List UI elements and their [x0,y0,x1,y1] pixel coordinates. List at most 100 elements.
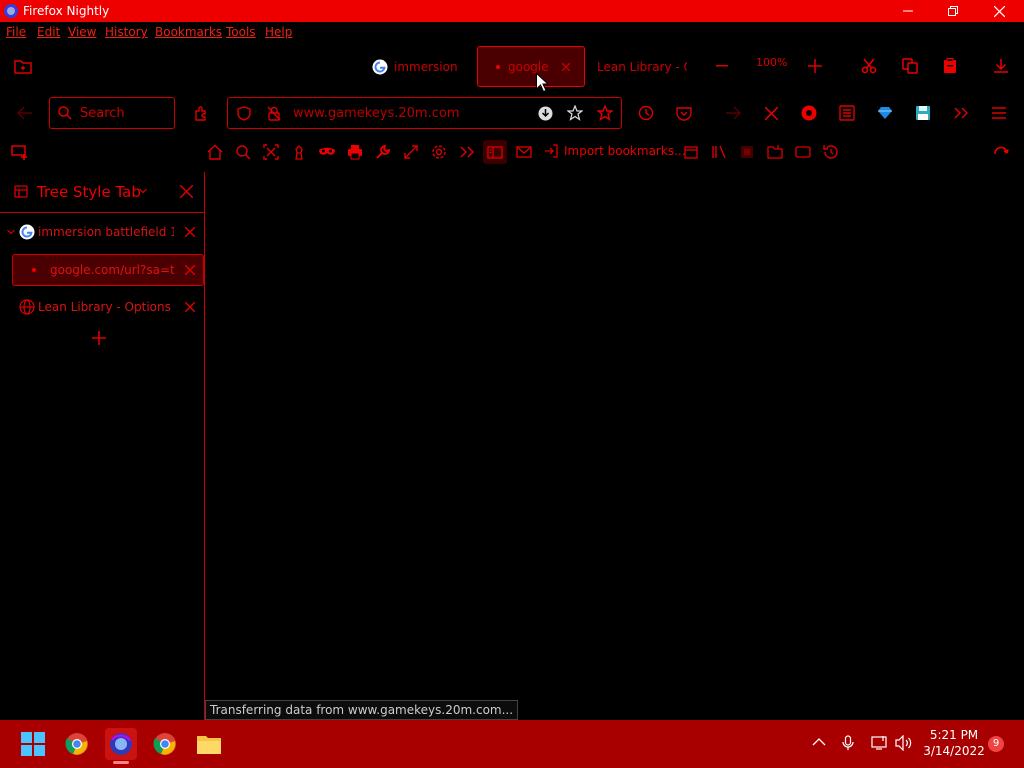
cut-icon[interactable] [857,54,881,78]
wrench-icon[interactable] [371,140,395,164]
tab-label: google.c [508,59,550,74]
bookmarks-toolbar: Import bookmarks... [0,136,1024,170]
restore-button[interactable] [930,0,976,22]
save-download-icon[interactable] [538,106,553,121]
new-folder-icon[interactable] [11,54,35,78]
new-tab-pane-icon[interactable] [8,140,32,164]
import-bookmarks-button[interactable]: Import bookmarks... [544,144,686,158]
email-icon[interactable] [512,140,536,164]
import-arrow-icon [544,144,558,158]
taskbar: 5:21 PM 3/14/2022 9 [0,720,1024,768]
tab-close-icon[interactable] [562,62,570,71]
bookmark-star-icon[interactable] [597,105,613,121]
start-windows-icon[interactable] [17,728,49,760]
sidebar-toggle-icon[interactable] [483,140,507,164]
history-clock-icon[interactable] [634,101,658,125]
search-icon[interactable] [231,140,255,164]
search-placeholder: Search [80,106,125,121]
reader-view-icon[interactable] [835,101,859,125]
menu-edit[interactable]: Edit [37,25,60,39]
chrome-icon-2[interactable] [149,728,181,760]
dot-icon [32,268,36,272]
tab-close-icon[interactable] [185,302,195,312]
chrome-icon[interactable] [61,728,93,760]
title-bar: Firefox Nightly [0,0,1024,22]
url-text[interactable]: www.gamekeys.20m.com [293,106,459,121]
new-tab-plus-icon[interactable] [92,331,106,345]
gem-icon[interactable] [873,101,897,125]
menu-bookmarks[interactable]: Bookmarks [155,25,222,39]
zoom-level[interactable]: 100% [756,56,787,69]
firefox-nightly-icon [3,3,19,19]
extensions-icon[interactable] [189,101,213,125]
chevron-down-icon[interactable] [139,188,147,194]
microphone-icon[interactable] [842,735,854,751]
search-box[interactable]: Search [49,97,175,129]
import-bookmarks-label: Import bookmarks... [564,144,686,158]
hamburger-menu-icon[interactable] [987,101,1011,125]
chess-piece-icon[interactable] [287,140,311,164]
sidebar-tab-label: immersion battlefield 194 [38,225,174,239]
ublock-icon[interactable] [797,101,821,125]
download-icon[interactable] [989,54,1013,78]
back-arrow-icon[interactable] [13,101,37,125]
library-icon[interactable] [707,140,731,164]
notification-badge[interactable]: 9 [988,736,1004,752]
tab-close-icon[interactable] [185,227,195,237]
status-panel: Transferring data from www.gamekeys.20m.… [205,700,519,720]
save-floppy-icon[interactable] [911,101,935,125]
menu-history[interactable]: History [105,25,148,39]
tab-close-icon[interactable] [185,265,195,275]
more-tools-chevrons-icon[interactable] [455,140,479,164]
home-icon[interactable] [203,140,227,164]
sidebar-tab-google-active[interactable]: google.com/url?sa=t& [12,254,204,286]
sidebar-title[interactable]: Tree Style Tab [37,183,141,201]
close-sidebar-icon[interactable] [180,185,193,198]
pocket-icon[interactable] [672,101,696,125]
stop-loading-icon[interactable] [759,101,783,125]
mask-icon[interactable] [315,140,339,164]
menu-help[interactable]: Help [265,25,292,39]
tab-immersion[interactable]: immersion b [366,46,470,87]
restore-session-icon[interactable] [819,140,843,164]
google-icon [19,224,35,240]
overflow-chevrons-icon[interactable] [949,101,973,125]
container-icon[interactable] [735,140,759,164]
tab-google-active[interactable]: google.c [477,46,585,87]
sync-icon[interactable] [989,140,1013,164]
web-content[interactable] [206,172,1024,720]
zoom-in-icon[interactable] [803,54,827,78]
chevron-up-icon[interactable] [812,737,826,746]
menu-file[interactable]: File [6,25,26,39]
twisty-chevron-icon[interactable] [7,229,15,235]
menu-tools[interactable]: Tools [226,25,256,39]
screenshot-icon[interactable] [259,140,283,164]
folder-add-icon[interactable] [763,140,787,164]
copy-icon[interactable] [898,54,922,78]
window-icon[interactable] [679,140,703,164]
tab-lean-library[interactable]: Lean Library - O [591,46,691,87]
paste-icon[interactable] [938,54,962,78]
menu-view[interactable]: View [68,25,96,39]
sidebar-tab-immersion[interactable]: immersion battlefield 194 [0,216,204,248]
empty-box-icon[interactable] [791,140,815,164]
file-explorer-icon[interactable] [193,728,225,760]
forward-arrow-icon[interactable] [721,101,745,125]
minimize-button[interactable] [885,0,931,22]
shield-icon[interactable] [237,106,251,121]
sidebar-tab-lean-library[interactable]: Lean Library - Options [0,291,204,323]
navigation-bar: Search www.gamekeys.20m.com [0,90,1024,136]
settings-gear-icon[interactable] [427,140,451,164]
firefox-nightly-taskbar-icon[interactable] [105,728,137,760]
url-bar[interactable]: www.gamekeys.20m.com [227,97,622,129]
network-icon[interactable] [870,735,888,751]
tab-label: immersion b [394,59,458,74]
star-icon[interactable] [567,105,583,121]
volume-icon[interactable] [895,735,913,751]
insecure-lock-icon[interactable] [267,106,281,121]
print-icon[interactable] [343,140,367,164]
close-window-button[interactable] [976,0,1022,22]
zoom-out-icon[interactable] [710,54,734,78]
fullscreen-arrows-icon[interactable] [399,140,423,164]
system-clock[interactable]: 5:21 PM 3/14/2022 [920,728,988,758]
